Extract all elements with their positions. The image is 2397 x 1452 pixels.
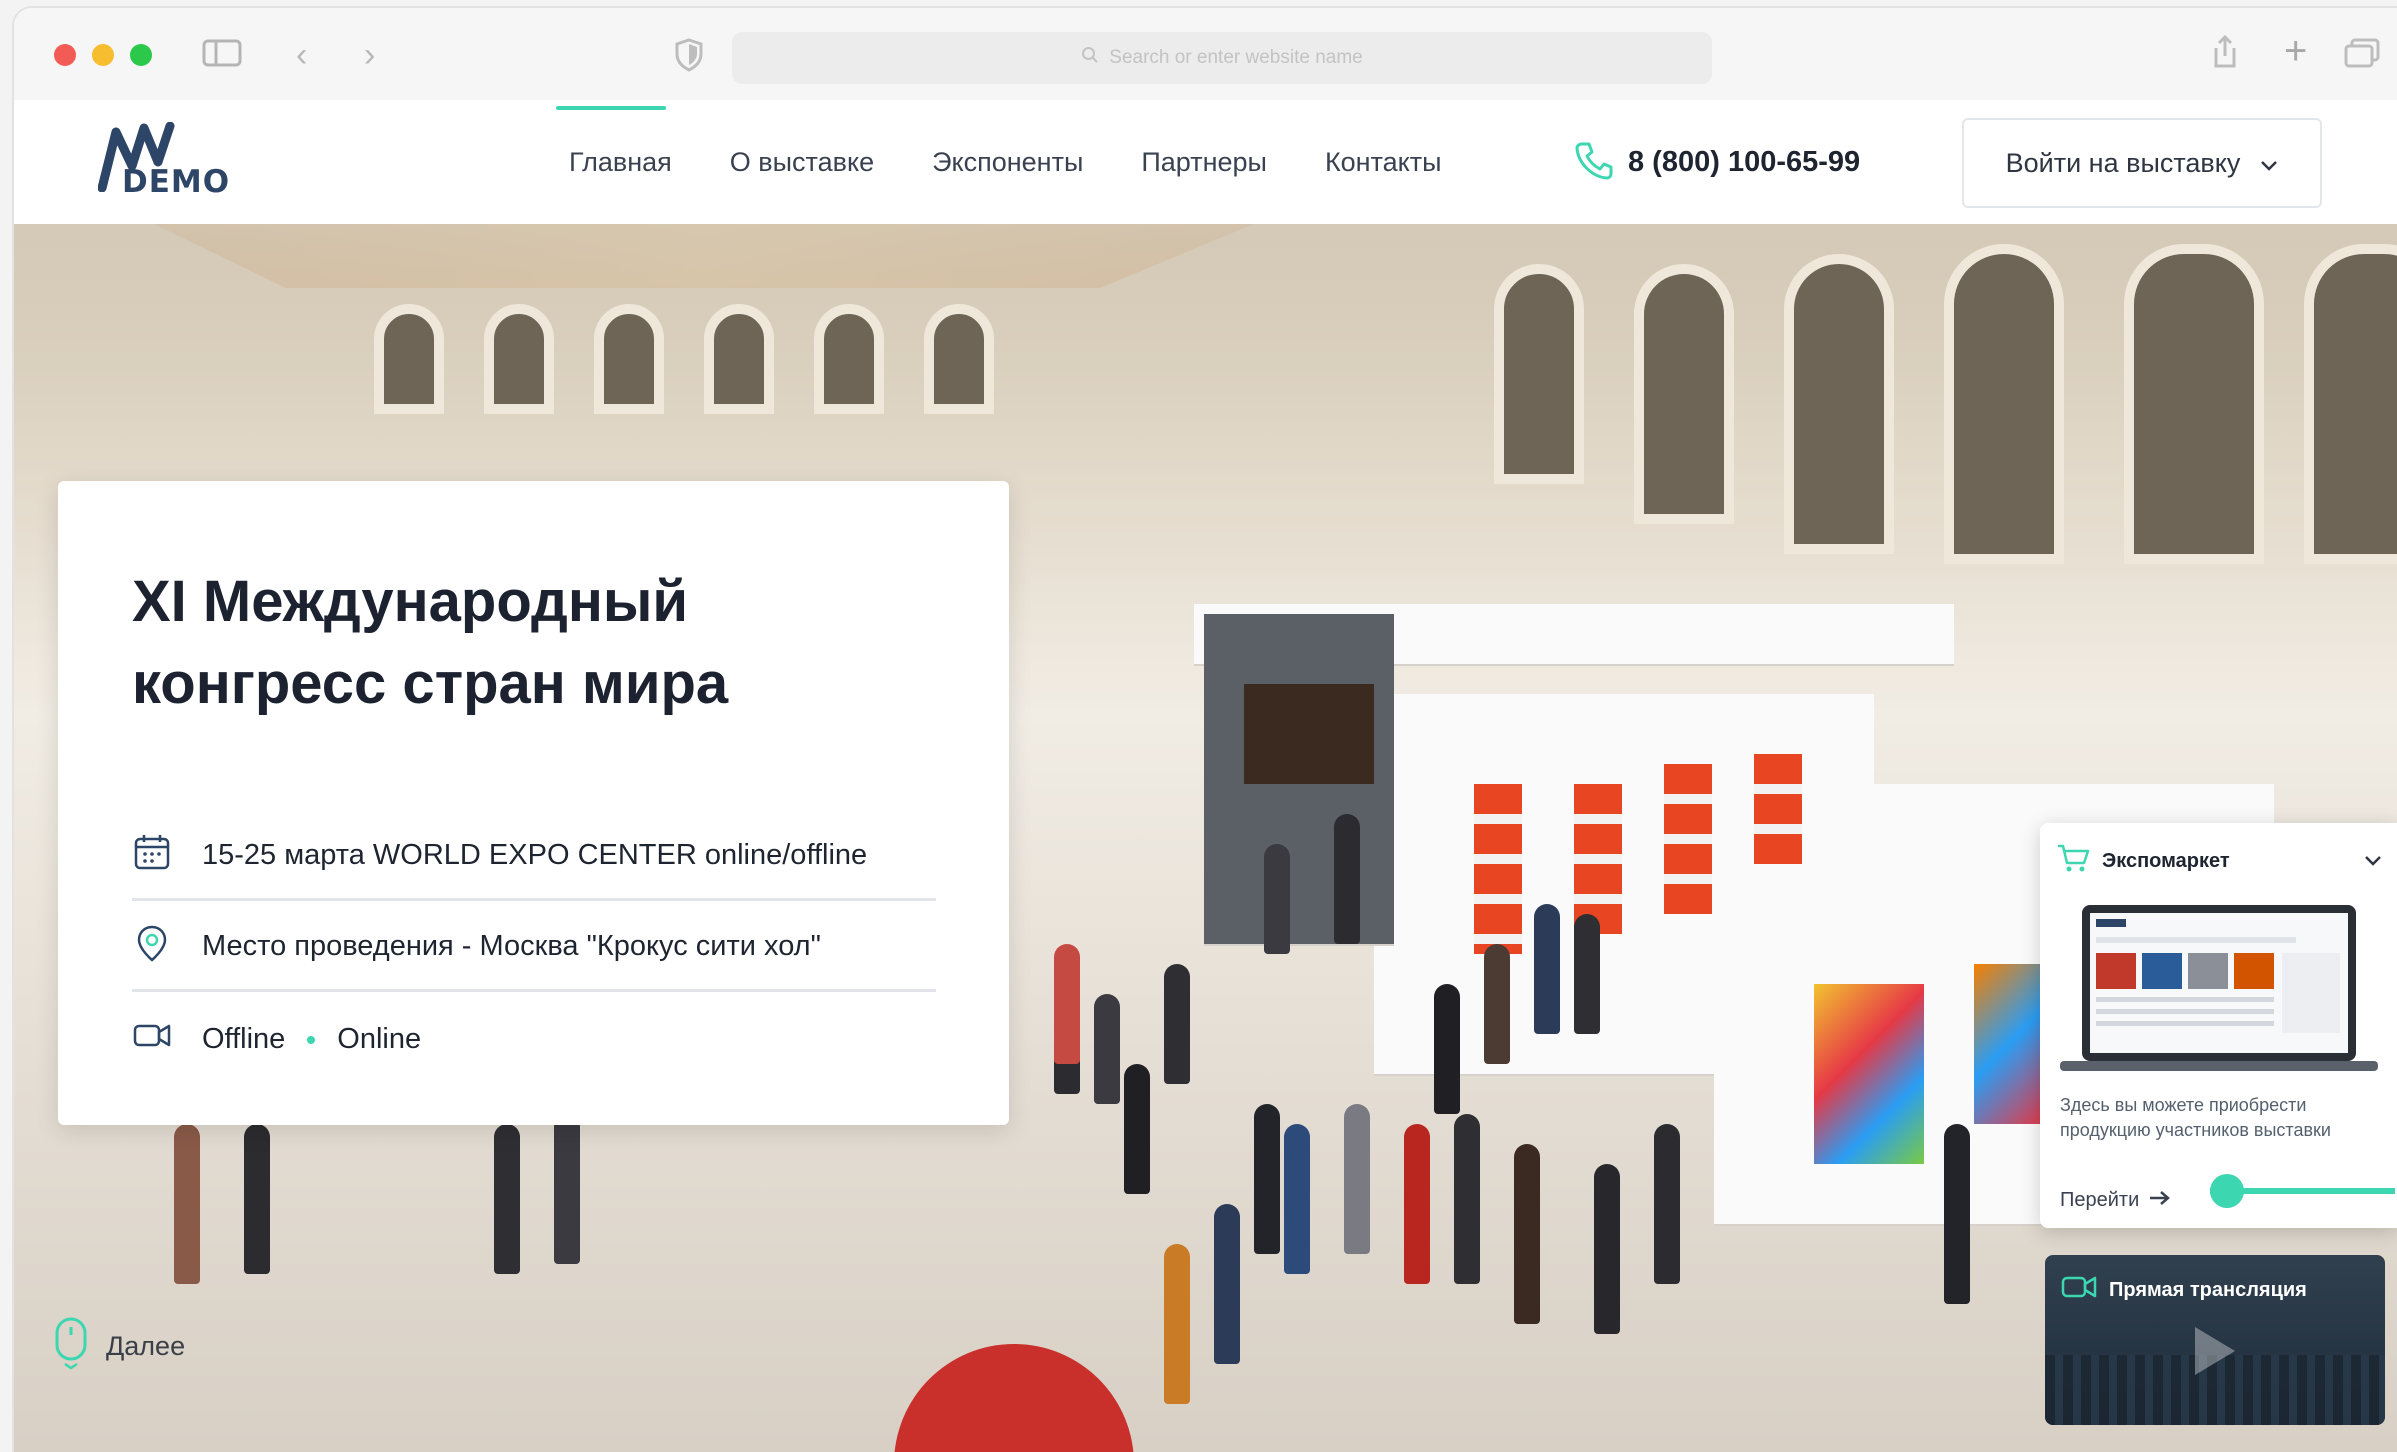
forward-icon[interactable]: ›: [364, 36, 375, 74]
nav-item-contacts[interactable]: Контакты: [1296, 100, 1471, 224]
play-icon[interactable]: [2195, 1327, 2235, 1375]
expomarket-header[interactable]: Экспомаркет: [2056, 843, 2382, 879]
chevron-down-icon: [2260, 148, 2278, 179]
search-icon: [1081, 46, 1099, 70]
format-online: Online: [337, 1022, 422, 1055]
stream-header: Прямая трансляция: [2061, 1273, 2307, 1307]
format-offline: Offline: [202, 1022, 286, 1055]
main-nav: Главная О выставке Экспоненты Партнеры К…: [540, 100, 1471, 224]
video-camera-icon: [132, 1015, 172, 1063]
share-icon[interactable]: [2210, 34, 2240, 78]
video-camera-icon: [2061, 1273, 2097, 1307]
login-button-label: Войти на выставку: [2005, 147, 2241, 178]
browser-window: ‹ › Search or enter website name + DEMO …: [14, 8, 2397, 1452]
browser-toolbar: ‹ › Search or enter website name +: [14, 8, 2397, 100]
event-info-card: XI Международный конгресс стран мира 15-…: [58, 481, 1009, 1125]
location-pin-icon: [132, 923, 172, 971]
nav-item-home[interactable]: Главная: [540, 100, 701, 224]
event-place-row: Место проведения - Москва "Крокус сити х…: [132, 904, 936, 992]
scroll-down-link[interactable]: Далее: [54, 1316, 185, 1377]
nav-item-about[interactable]: О выставке: [701, 100, 903, 224]
zoom-window-button[interactable]: [130, 44, 152, 66]
laptop-preview-image: [2056, 897, 2382, 1077]
arrow-right-icon: [2149, 1189, 2171, 1212]
tab-overview-icon[interactable]: [2344, 38, 2380, 76]
expomarket-go-link[interactable]: Перейти: [2060, 1189, 2171, 1212]
event-format-row: Offline Online: [132, 995, 936, 1083]
minimize-window-button[interactable]: [92, 44, 114, 66]
site-header: DEMO Главная О выставке Экспоненты Партн…: [14, 100, 2397, 224]
format-separator: [307, 1035, 316, 1044]
phone-link[interactable]: 8 (800) 100-65-99: [1574, 140, 1860, 185]
nav-item-partners[interactable]: Партнеры: [1112, 100, 1296, 224]
hero-section: XI Международный конгресс стран мира 15-…: [14, 224, 2397, 1452]
expomarket-description: Здесь вы можете приобрести продукцию уча…: [2060, 1095, 2331, 1140]
expomarket-link-label: Перейти: [2060, 1189, 2140, 1211]
event-format: Offline Online: [202, 1023, 421, 1056]
close-window-button[interactable]: [54, 44, 76, 66]
logo-text: DEMO: [122, 164, 231, 200]
address-bar[interactable]: Search or enter website name: [732, 32, 1712, 84]
address-placeholder: Search or enter website name: [1109, 47, 1363, 68]
sidebar-toggle-icon[interactable]: [202, 38, 242, 76]
shopping-cart-icon: [2056, 843, 2090, 879]
expomarket-widget: Экспомаркет Здесь вы можете приобрести п…: [2040, 823, 2397, 1228]
event-place: Место проведения - Москва "Крокус сити х…: [202, 930, 821, 962]
phone-number: 8 (800) 100-65-99: [1628, 146, 1861, 178]
back-icon[interactable]: ‹: [296, 36, 307, 74]
new-tab-icon[interactable]: +: [2284, 31, 2307, 71]
event-dates-row: 15-25 марта WORLD EXPO CENTER online/off…: [132, 813, 936, 901]
nav-item-exhibitors[interactable]: Экспоненты: [903, 100, 1112, 224]
expomarket-connector-dot: [2210, 1174, 2244, 1208]
login-button[interactable]: Войти на выставку: [1962, 118, 2322, 208]
privacy-shield-icon[interactable]: [674, 38, 704, 80]
chevron-down-icon[interactable]: [2364, 850, 2382, 873]
calendar-icon: [132, 832, 172, 880]
phone-icon: [1574, 140, 1614, 185]
live-stream-widget[interactable]: Прямая трансляция: [2045, 1255, 2385, 1425]
expomarket-title: Экспомаркет: [2102, 849, 2230, 872]
event-title: XI Международный конгресс стран мира: [132, 569, 729, 716]
event-dates: 15-25 марта WORLD EXPO CENTER online/off…: [202, 839, 868, 871]
scroll-label: Далее: [106, 1331, 186, 1361]
stream-title: Прямая трансляция: [2109, 1278, 2307, 1301]
mouse-icon: [54, 1316, 88, 1377]
